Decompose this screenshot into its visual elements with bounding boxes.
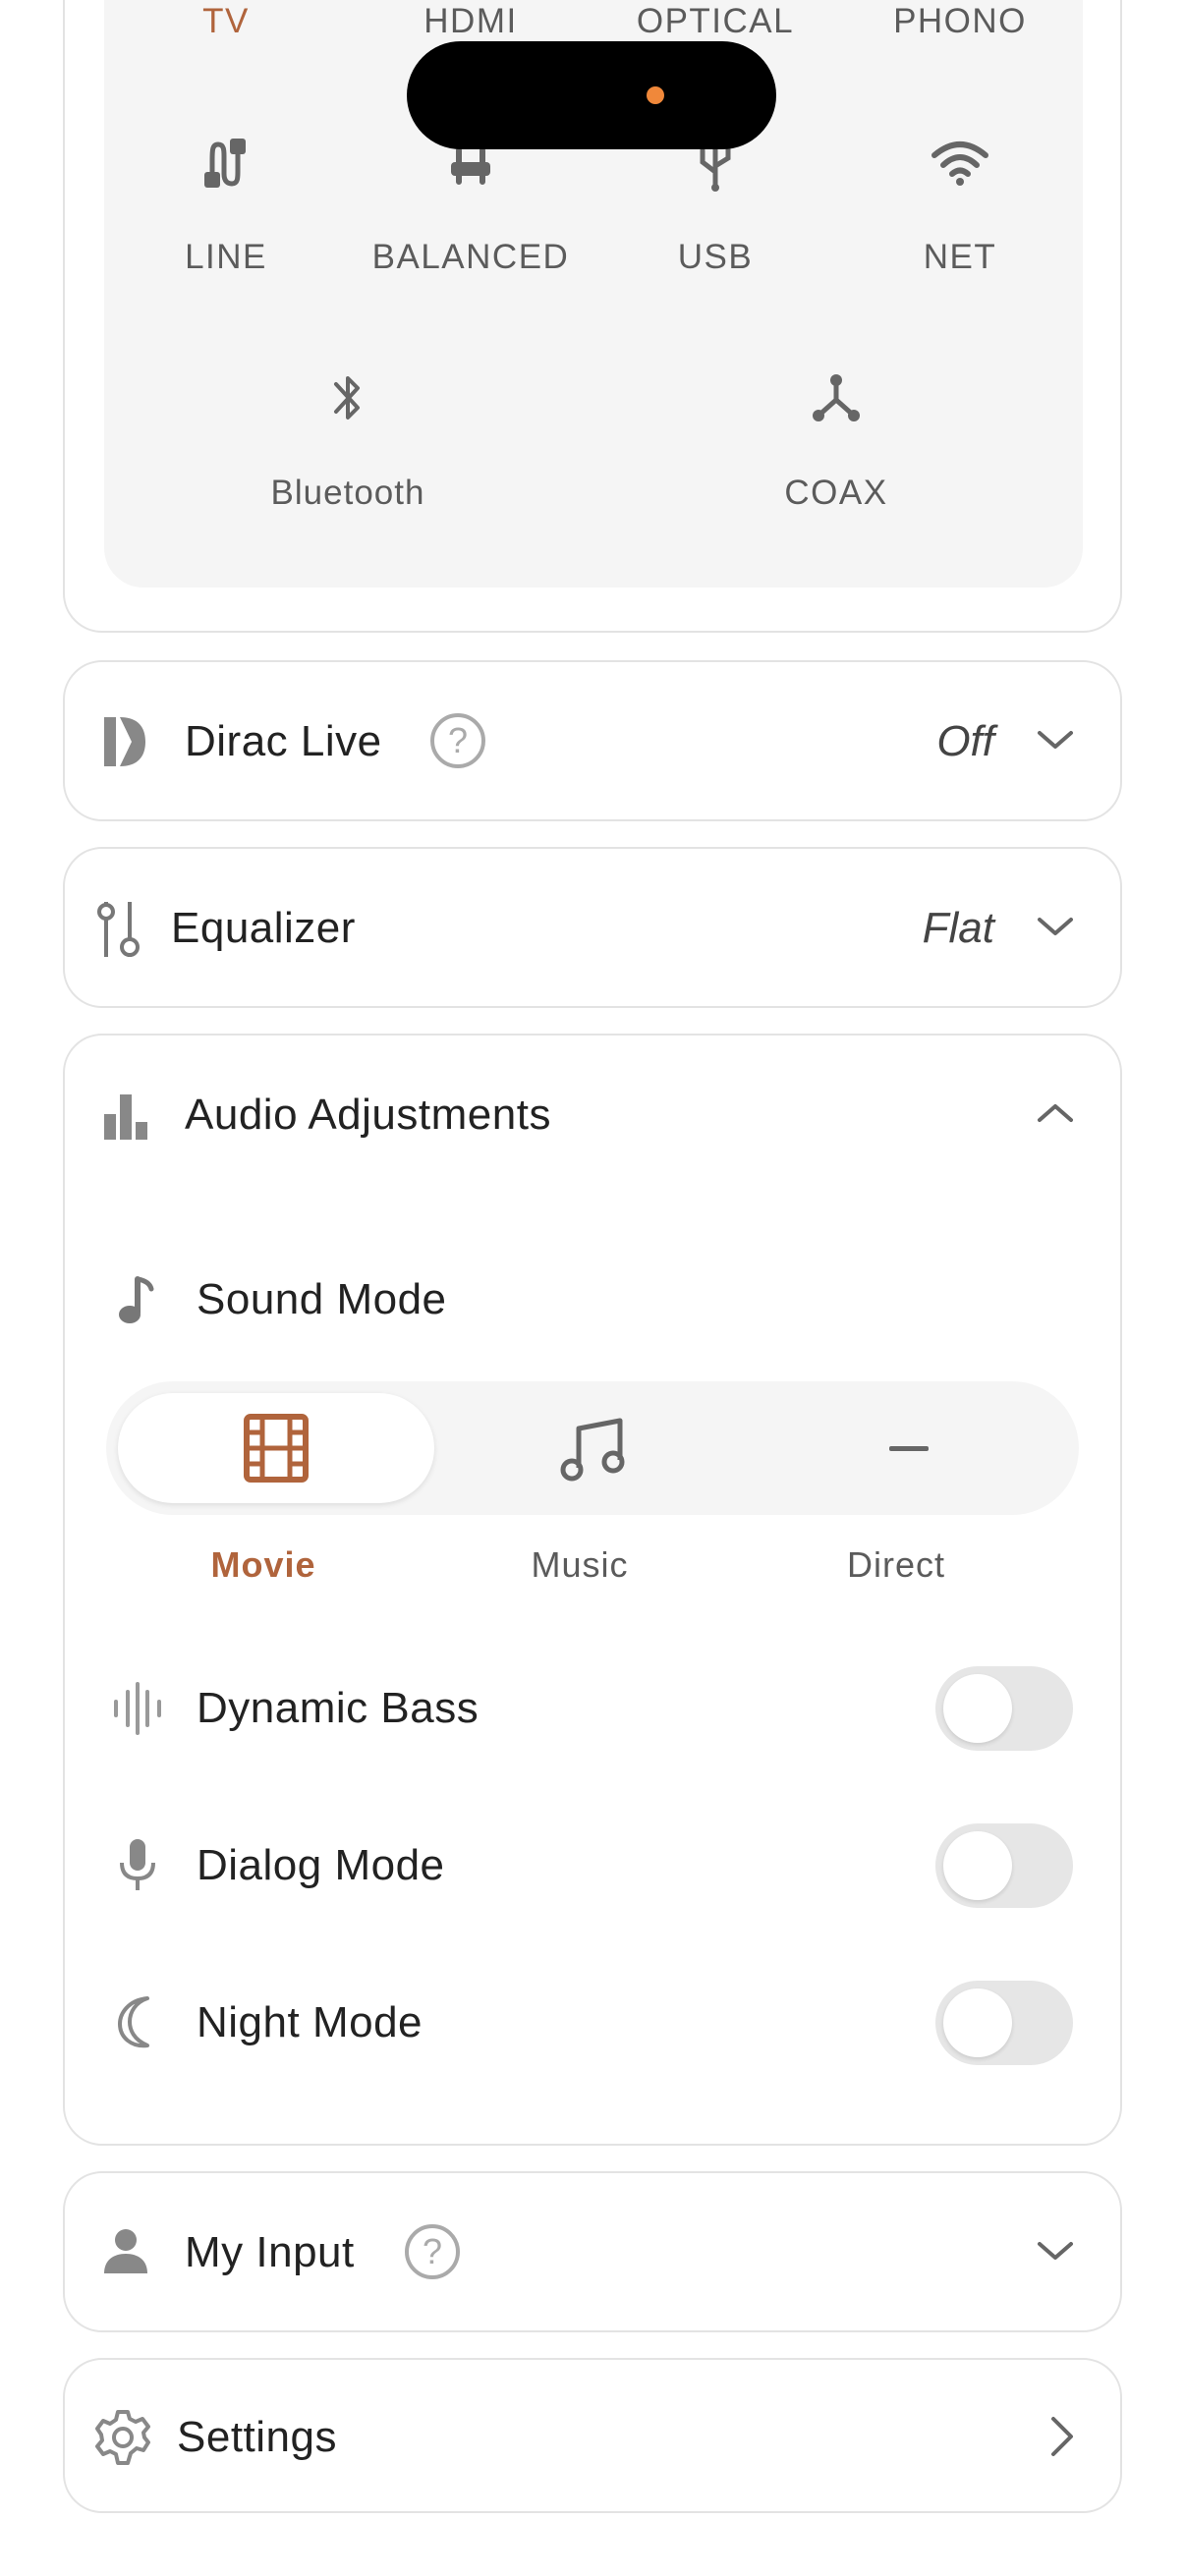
source-hdmi-label: HDMI: [423, 2, 518, 40]
music-notes-icon: [559, 1417, 628, 1488]
source-usb[interactable]: USB: [597, 128, 833, 285]
source-bluetooth-label: Bluetooth: [270, 474, 425, 512]
chevron-up-icon[interactable]: [1036, 1098, 1075, 1133]
night-mode-label: Night Mode: [197, 1998, 423, 2046]
equalizer-value: Flat: [922, 904, 994, 952]
equalizer-title: Equalizer: [171, 904, 356, 952]
dirac-logo-icon: [102, 715, 147, 773]
dynamic-bass-label: Dynamic Bass: [197, 1684, 480, 1732]
sound-mode-direct-label: Direct: [846, 1544, 945, 1585]
source-line[interactable]: LINE: [108, 128, 344, 285]
settings-row[interactable]: Settings: [63, 2358, 1122, 2513]
chevron-down-icon[interactable]: [1036, 725, 1075, 759]
my-input-title: My Input: [185, 2228, 355, 2276]
sound-mode-music-button[interactable]: [434, 1393, 751, 1503]
source-balanced-label: BALANCED: [371, 238, 570, 276]
moon-icon: [114, 1994, 163, 2054]
my-input-row[interactable]: My Input ?: [63, 2171, 1122, 2332]
microphone-icon: [118, 1837, 157, 1897]
source-hdmi[interactable]: HDMI: [353, 2, 589, 41]
chevron-down-icon[interactable]: [1036, 912, 1075, 946]
sound-mode-movie-label: Movie: [210, 1544, 316, 1585]
source-bluetooth[interactable]: Bluetooth: [230, 364, 466, 521]
audio-adjustments-title: Audio Adjustments: [185, 1091, 551, 1139]
film-icon: [243, 1413, 310, 1488]
dirac-live-row[interactable]: Dirac Live ? Off: [63, 660, 1122, 821]
audio-adjustments-panel: Audio Adjustments Sound Mode Movie Music…: [63, 1034, 1122, 2146]
source-usb-label: USB: [677, 238, 754, 276]
waveform-icon: [110, 1682, 165, 1740]
equalizer-row[interactable]: Equalizer Flat: [63, 847, 1122, 1008]
help-icon[interactable]: ?: [430, 713, 485, 768]
source-coax-label: COAX: [784, 474, 888, 512]
dialog-mode-toggle[interactable]: [935, 1823, 1073, 1908]
source-tv-label: TV: [202, 2, 250, 40]
wifi-icon: [842, 128, 1078, 196]
dynamic-bass-toggle[interactable]: [935, 1666, 1073, 1751]
source-balanced[interactable]: BALANCED: [353, 128, 589, 285]
sound-mode-music-label: Music: [531, 1544, 629, 1585]
bluetooth-icon: [230, 364, 466, 432]
sound-mode-movie-button[interactable]: [118, 1393, 434, 1503]
dialog-mode-label: Dialog Mode: [197, 1841, 445, 1889]
sound-mode-label: Sound Mode: [197, 1275, 447, 1323]
source-net[interactable]: NET: [842, 128, 1078, 285]
cable-plug-icon: [108, 128, 344, 196]
settings-title: Settings: [177, 2413, 337, 2461]
gear-icon: [94, 2409, 151, 2471]
source-net-label: NET: [923, 238, 997, 276]
sound-mode-direct-button[interactable]: [751, 1393, 1067, 1503]
dirac-live-value: Off: [936, 717, 994, 765]
bar-chart-icon: [102, 1092, 149, 1145]
privacy-indicator-dot: [647, 86, 664, 104]
chevron-down-icon[interactable]: [1036, 2236, 1075, 2270]
source-line-label: LINE: [185, 238, 267, 276]
night-mode-toggle[interactable]: [935, 1981, 1073, 2065]
chevron-right-icon[interactable]: [1047, 2415, 1077, 2463]
camera-cutout: [407, 41, 776, 149]
source-optical-label: OPTICAL: [636, 2, 795, 40]
equalizer-icon: [94, 898, 143, 966]
source-tv[interactable]: TV: [108, 2, 344, 41]
music-note-icon: [116, 1275, 155, 1331]
person-icon: [102, 2228, 149, 2278]
sound-mode-segmented-control: [106, 1381, 1079, 1515]
source-phono-label: PHONO: [893, 2, 1027, 40]
help-icon[interactable]: ?: [405, 2224, 460, 2279]
dirac-live-title: Dirac Live: [185, 717, 382, 765]
dash-icon: [889, 1446, 929, 1451]
source-coax[interactable]: COAX: [718, 364, 954, 521]
source-optical[interactable]: OPTICAL: [597, 2, 833, 41]
coax-connector-icon: [718, 364, 954, 432]
source-phono[interactable]: PHONO: [842, 2, 1078, 41]
